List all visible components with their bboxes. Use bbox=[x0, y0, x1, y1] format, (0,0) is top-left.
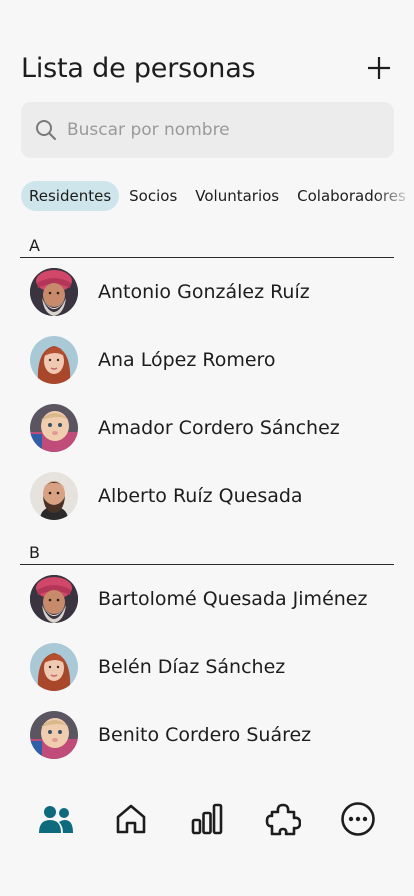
person-name: Antonio González Ruíz bbox=[98, 281, 310, 303]
person-name: Belén Díaz Sánchez bbox=[98, 656, 286, 678]
list-item[interactable]: Alberto Ruíz Quesada bbox=[20, 462, 394, 530]
tab-home[interactable] bbox=[111, 799, 151, 839]
section-header-b: B bbox=[20, 541, 394, 565]
search-icon bbox=[36, 120, 57, 141]
search-input[interactable] bbox=[67, 120, 367, 140]
tab-stats[interactable] bbox=[187, 799, 227, 839]
list-item[interactable]: Amador Cordero Sánchez bbox=[20, 394, 394, 462]
avatar bbox=[30, 268, 78, 316]
section-a: A Antonio González Ruíz Ana López Romero bbox=[20, 234, 394, 530]
tab-more[interactable] bbox=[338, 799, 378, 839]
section-header-a: A bbox=[20, 234, 394, 258]
filter-chip-residentes[interactable]: Residentes bbox=[21, 181, 120, 211]
list-item[interactable]: Ana López Romero bbox=[20, 326, 394, 394]
person-name: Bartolomé Quesada Jiménez bbox=[98, 588, 368, 610]
avatar bbox=[30, 336, 78, 384]
tab-extensions[interactable] bbox=[263, 799, 303, 839]
filter-tabs: Residentes Socios Voluntarios Colaborado… bbox=[21, 180, 414, 212]
people-icon bbox=[38, 806, 73, 833]
person-name: Benito Cordero Suárez bbox=[98, 724, 312, 746]
filter-fade bbox=[374, 180, 414, 212]
page-title: Lista de personas bbox=[21, 52, 256, 84]
avatar bbox=[30, 404, 78, 452]
chart-icon bbox=[191, 803, 223, 835]
bottom-tab-bar bbox=[0, 796, 414, 842]
puzzle-icon bbox=[265, 803, 301, 836]
list-item[interactable]: Belén Díaz Sánchez bbox=[20, 633, 394, 701]
tab-people[interactable] bbox=[36, 799, 76, 839]
person-name: Ana López Romero bbox=[98, 349, 276, 371]
add-person-button[interactable] bbox=[364, 53, 394, 83]
avatar bbox=[30, 472, 78, 520]
avatar bbox=[30, 711, 78, 759]
header: Lista de personas bbox=[21, 48, 394, 88]
filter-chip-socios[interactable]: Socios bbox=[121, 181, 185, 211]
filter-chip-voluntarios[interactable]: Voluntarios bbox=[187, 181, 287, 211]
list-item[interactable]: Antonio González Ruíz bbox=[20, 258, 394, 326]
plus-icon bbox=[368, 57, 390, 79]
section-b: B Bartolomé Quesada Jiménez Belén Díaz S… bbox=[20, 541, 394, 769]
person-name: Amador Cordero Sánchez bbox=[98, 417, 340, 439]
list-item[interactable]: Bartolomé Quesada Jiménez bbox=[20, 565, 394, 633]
search-bar[interactable] bbox=[21, 102, 394, 158]
avatar bbox=[30, 575, 78, 623]
more-icon bbox=[341, 802, 375, 836]
avatar bbox=[30, 643, 78, 691]
person-name: Alberto Ruíz Quesada bbox=[98, 485, 303, 507]
home-icon bbox=[117, 804, 146, 834]
list-item[interactable]: Benito Cordero Suárez bbox=[20, 701, 394, 769]
